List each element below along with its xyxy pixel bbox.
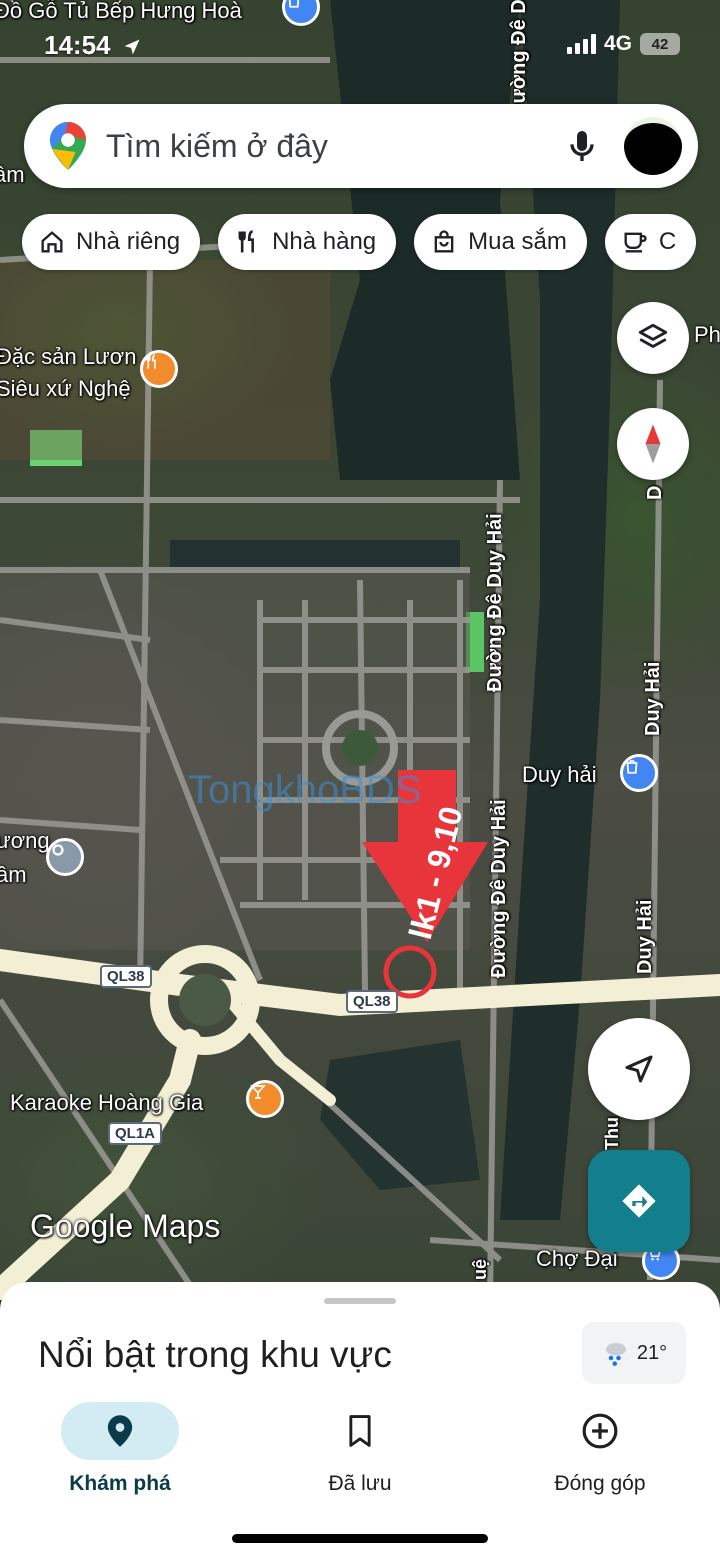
map-label-d-right: D: [644, 485, 666, 500]
rain-cloud-icon: [605, 1343, 626, 1366]
google-maps-logo: Google Maps: [30, 1208, 221, 1244]
tab-explore[interactable]: Khám phá: [0, 1394, 240, 1506]
tab-saved-icon-wrap: [301, 1402, 419, 1460]
road-shield-ql38-left: QL38: [100, 965, 152, 988]
compass-icon: [645, 424, 661, 464]
tab-contribute[interactable]: Đóng góp: [480, 1394, 720, 1506]
location-pin-icon: [107, 1415, 133, 1447]
location-arrow-icon: [124, 39, 140, 55]
chip-home-label: Nhà riêng: [76, 228, 181, 255]
map-label-road-top: Đường Đê Duy: [508, 0, 530, 118]
watermark: TongkhoBDS: [188, 768, 422, 812]
restaurant-poi-icon[interactable]: [140, 350, 178, 388]
sheet-title: Nổi bật trong khu vực: [38, 1334, 392, 1375]
layers-button[interactable]: [617, 302, 689, 374]
map-label-left-poi-line1: ương: [0, 828, 50, 853]
map-label-left-poi-line2: âm: [0, 862, 27, 887]
sheet-drag-handle[interactable]: [324, 1298, 396, 1304]
road-shield-ql1a: QL1A: [108, 1122, 163, 1145]
home-indicator[interactable]: [232, 1534, 488, 1543]
shopping-poi-icon-duy-hai[interactable]: [620, 754, 658, 792]
directions-icon: [622, 1184, 656, 1218]
layers-icon: [638, 323, 668, 348]
add-circle-icon: [582, 1413, 618, 1449]
map-label-top-left: âm: [0, 162, 25, 187]
map-label-right-ph: Ph: [694, 322, 720, 347]
search-bar[interactable]: Tìm kiếm ở đây: [24, 104, 698, 188]
network-label: 4G: [603, 32, 632, 55]
map-label-restaurant-line1[interactable]: Đặc sản Lươn: [0, 344, 136, 370]
tab-saved-label: Đã lưu: [328, 1472, 392, 1495]
compass-button[interactable]: [617, 408, 689, 480]
home-icon: [41, 231, 63, 253]
status-indicators: 4G 42: [566, 32, 680, 56]
road-shield-ql38-center: QL38: [346, 990, 398, 1013]
signal-icon: [566, 34, 596, 54]
tab-explore-icon-wrap: [61, 1402, 179, 1460]
chip-home[interactable]: Nhà riêng: [22, 214, 201, 270]
status-time: 14:54: [44, 30, 142, 61]
shopping-bag-icon: [434, 230, 454, 253]
search-input[interactable]: Tìm kiếm ở đây: [106, 128, 562, 165]
tab-contribute-icon-wrap: [541, 1402, 659, 1460]
tab-saved[interactable]: Đã lưu: [240, 1394, 480, 1506]
my-location-button[interactable]: [588, 1018, 690, 1120]
cafe-icon: [624, 232, 647, 253]
weather-badge[interactable]: 21°: [582, 1322, 686, 1384]
map-label-thu: Thu: [602, 1117, 622, 1150]
map-label-furniture-shop[interactable]: Đồ Gỗ Tủ Bếp Hưng Hoà: [0, 0, 242, 24]
tab-explore-label: Khám phá: [69, 1472, 171, 1495]
chip-shopping[interactable]: Mua sắm: [414, 214, 587, 270]
status-time-text: 14:54: [44, 30, 111, 60]
chip-cafe-label: C: [658, 228, 677, 255]
weather-temp: 21°: [636, 1341, 668, 1364]
directions-button[interactable]: [588, 1150, 690, 1252]
map-label-duy-hai-shop[interactable]: Duy hải: [522, 762, 597, 788]
bookmark-icon: [349, 1415, 371, 1447]
tab-contribute-label: Đóng góp: [554, 1472, 646, 1495]
microphone-icon[interactable]: [562, 126, 602, 166]
map-label-road-de-duy-hai-lower: Đường Đê Duy Hải: [488, 799, 510, 978]
map-label-restaurant-line2[interactable]: Siêu xứ Nghệ: [0, 376, 131, 402]
map-label-duy-hai-right1: Duy Hải: [642, 661, 664, 736]
avatar[interactable]: [624, 117, 682, 175]
restaurant-icon: [238, 230, 255, 253]
category-chips: Nhà riêng Nhà hàng Mua sắm C: [22, 214, 697, 270]
chip-shopping-label: Mua sắm: [468, 228, 567, 255]
map-label-hue: uệ: [470, 1258, 490, 1280]
chip-restaurant-label: Nhà hàng: [272, 228, 377, 255]
map-label-karaoke[interactable]: Karaoke Hoàng Gia: [10, 1090, 203, 1116]
map-label-duy-hai-right2: Duy Hải: [634, 899, 656, 974]
chip-restaurant[interactable]: Nhà hàng: [218, 214, 397, 270]
place-poi-icon[interactable]: [46, 838, 84, 876]
google-maps-pin-icon: [50, 122, 86, 170]
bottom-navigation: Khám phá Đã lưu Đóng góp: [0, 1394, 720, 1506]
bar-poi-icon[interactable]: [246, 1080, 284, 1118]
battery-icon: 42: [640, 33, 680, 55]
map-label-road-de-duy-hai: Đường Đê Duy Hải: [484, 513, 506, 692]
chip-cafe[interactable]: C: [604, 214, 697, 270]
navigation-arrow-icon: [625, 1055, 653, 1083]
bottom-sheet[interactable]: Nổi bật trong khu vực 21° Khám phá Đã lư…: [0, 1282, 720, 1559]
